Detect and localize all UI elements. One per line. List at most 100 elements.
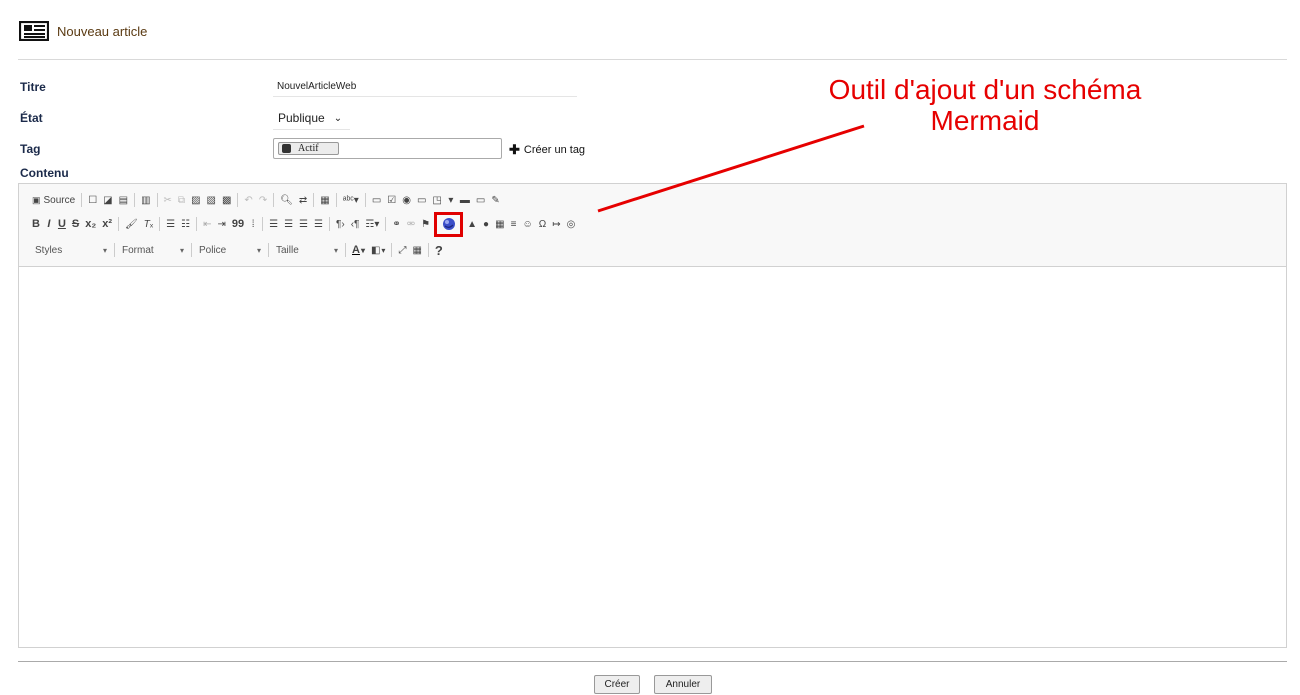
flash-icon[interactable]: ● (480, 215, 492, 233)
paste-text-icon[interactable]: ▧ (204, 191, 219, 209)
align-right-icon[interactable]: ☰ (296, 215, 311, 233)
create-tag-button[interactable]: ✚ Créer un tag (509, 142, 585, 158)
text-color-button[interactable]: A ▾ (349, 241, 368, 259)
italic-button[interactable]: I (43, 215, 55, 233)
source-icon: ▣ (32, 194, 41, 205)
table-icon[interactable]: ▦ (492, 215, 507, 233)
source-button[interactable]: ▣ Source (29, 191, 78, 209)
smiley-icon[interactable]: ☺ (520, 215, 536, 233)
toolbar-separator (345, 243, 346, 257)
image-button-icon[interactable]: ▭ (473, 191, 488, 209)
replace-icon[interactable]: ⇄ (296, 191, 310, 209)
redo-icon[interactable]: ↷ (256, 191, 270, 209)
editor-toolbar: ▣ Source ☐ ◪ ▤ ▥ ✂ ⧉ ▨ ▧ ▩ ↶ ↷ 🔍︎ ⇄ ▦ ᵃᵇ… (19, 184, 1286, 267)
tag-chip-label: Actif (298, 143, 319, 154)
maximize-icon[interactable]: ⤢ (395, 241, 409, 259)
page-break-icon[interactable]: ↦ (549, 215, 563, 233)
toolbar-separator (134, 193, 136, 207)
numbered-list-icon[interactable]: ☰ (163, 215, 178, 233)
dropdown-arrow-icon: ▾ (381, 245, 386, 255)
etat-select[interactable]: Publique ⌄ (273, 107, 350, 130)
strike-button[interactable]: S (69, 215, 82, 233)
mermaid-icon (442, 218, 455, 230)
new-page-icon[interactable]: ☐ (85, 191, 100, 209)
print-icon[interactable]: ▤ (116, 191, 131, 209)
align-center-icon[interactable]: ☰ (281, 215, 296, 233)
templates-icon[interactable]: ▥ (138, 191, 153, 209)
divider (18, 661, 1287, 662)
toolbar-separator (273, 193, 275, 207)
align-justify-icon[interactable]: ☰ (311, 215, 326, 233)
link-icon[interactable]: ⚭ (389, 215, 403, 233)
form-icon[interactable]: ▭ (369, 191, 384, 209)
show-blocks-icon[interactable]: ▦ (409, 241, 424, 259)
copy-format-icon[interactable]: 🖌︎ (122, 215, 141, 233)
toolbar-separator (159, 217, 161, 231)
textfield-icon[interactable]: ▭ (414, 191, 429, 209)
plus-icon: ✚ (509, 142, 520, 157)
iframe-icon[interactable]: ◎ (564, 215, 579, 233)
tag-input[interactable]: Actif (273, 138, 502, 159)
toolbar-separator (364, 193, 366, 207)
select-all-icon[interactable]: ▦ (317, 191, 332, 209)
annuler-button[interactable]: Annuler (654, 675, 712, 694)
special-char-icon[interactable]: Ω (536, 215, 549, 233)
styles-combo[interactable]: Styles ▾ (31, 241, 111, 259)
toolbar-separator (196, 217, 198, 231)
align-left-icon[interactable]: ☰ (266, 215, 281, 233)
dropdown-arrow-icon: ▾ (179, 245, 184, 255)
underline-button[interactable]: U (55, 215, 69, 233)
chevron-down-icon: ⌄ (333, 112, 343, 124)
cut-icon[interactable]: ✂ (161, 191, 175, 209)
format-label: Format (122, 244, 154, 256)
anchor-icon[interactable]: ⚑ (418, 215, 433, 233)
background-color-button[interactable]: ◧ ▾ (368, 241, 388, 259)
creer-button[interactable]: Créer (594, 675, 640, 694)
taille-label: Taille (276, 244, 299, 256)
titre-label: Titre (20, 80, 46, 94)
radio-icon[interactable]: ◉ (399, 191, 414, 209)
paste-icon[interactable]: ▨ (188, 191, 203, 209)
toolbar-separator (237, 193, 239, 207)
language-icon[interactable]: ☶▾ (362, 215, 382, 233)
mermaid-tool-button[interactable] (434, 211, 464, 237)
ltr-icon[interactable]: ¶› (333, 215, 348, 233)
textarea-icon[interactable]: ◳ (429, 191, 444, 209)
remove-format-icon[interactable]: Tₓ (141, 215, 156, 233)
text-color-label: A (352, 244, 360, 256)
button-field-icon[interactable]: ▬ (457, 191, 473, 209)
toolbar-row-1: ▣ Source ☐ ◪ ▤ ▥ ✂ ⧉ ▨ ▧ ▩ ↶ ↷ 🔍︎ ⇄ ▦ ᵃᵇ… (29, 191, 503, 209)
preview-icon[interactable]: ◪ (100, 191, 115, 209)
format-combo[interactable]: Format ▾ (118, 241, 188, 259)
paste-word-icon[interactable]: ▩ (219, 191, 234, 209)
find-icon[interactable]: 🔍︎ (277, 191, 296, 209)
spellcheck-icon[interactable]: ᵃᵇᶜ▾ (340, 191, 362, 209)
police-label: Police (199, 244, 227, 256)
superscript-button[interactable]: x² (99, 215, 115, 233)
rtl-icon[interactable]: ‹¶ (348, 215, 363, 233)
indent-icon[interactable]: ⇥ (214, 215, 228, 233)
toolbar-separator (114, 243, 115, 257)
blockquote-button[interactable]: 99 (229, 215, 247, 233)
editor-content-area[interactable] (19, 267, 1286, 647)
subscript-button[interactable]: x₂ (82, 215, 99, 233)
horizontal-rule-icon[interactable]: ≡ (508, 215, 520, 233)
create-tag-label: Créer un tag (523, 144, 586, 156)
help-button[interactable]: ? (432, 241, 446, 259)
tag-chip[interactable]: Actif (278, 142, 339, 155)
toolbar-separator (118, 217, 120, 231)
titre-input[interactable] (273, 77, 577, 97)
bold-button[interactable]: B (29, 215, 43, 233)
hidden-field-icon[interactable]: ✎ (488, 191, 502, 209)
bulleted-list-icon[interactable]: ☷ (178, 215, 193, 233)
unlink-icon[interactable]: ⚮ (404, 215, 418, 233)
checkbox-icon[interactable]: ☑ (384, 191, 399, 209)
div-container-icon[interactable]: ⁞ (247, 215, 259, 233)
taille-combo[interactable]: Taille ▾ (272, 241, 342, 259)
image-icon[interactable]: ▲ (464, 215, 480, 233)
select-field-icon[interactable]: ▾ (445, 191, 457, 209)
copy-icon[interactable]: ⧉ (175, 191, 188, 209)
police-combo[interactable]: Police ▾ (195, 241, 265, 259)
undo-icon[interactable]: ↶ (241, 191, 255, 209)
outdent-icon[interactable]: ⇤ (200, 215, 214, 233)
